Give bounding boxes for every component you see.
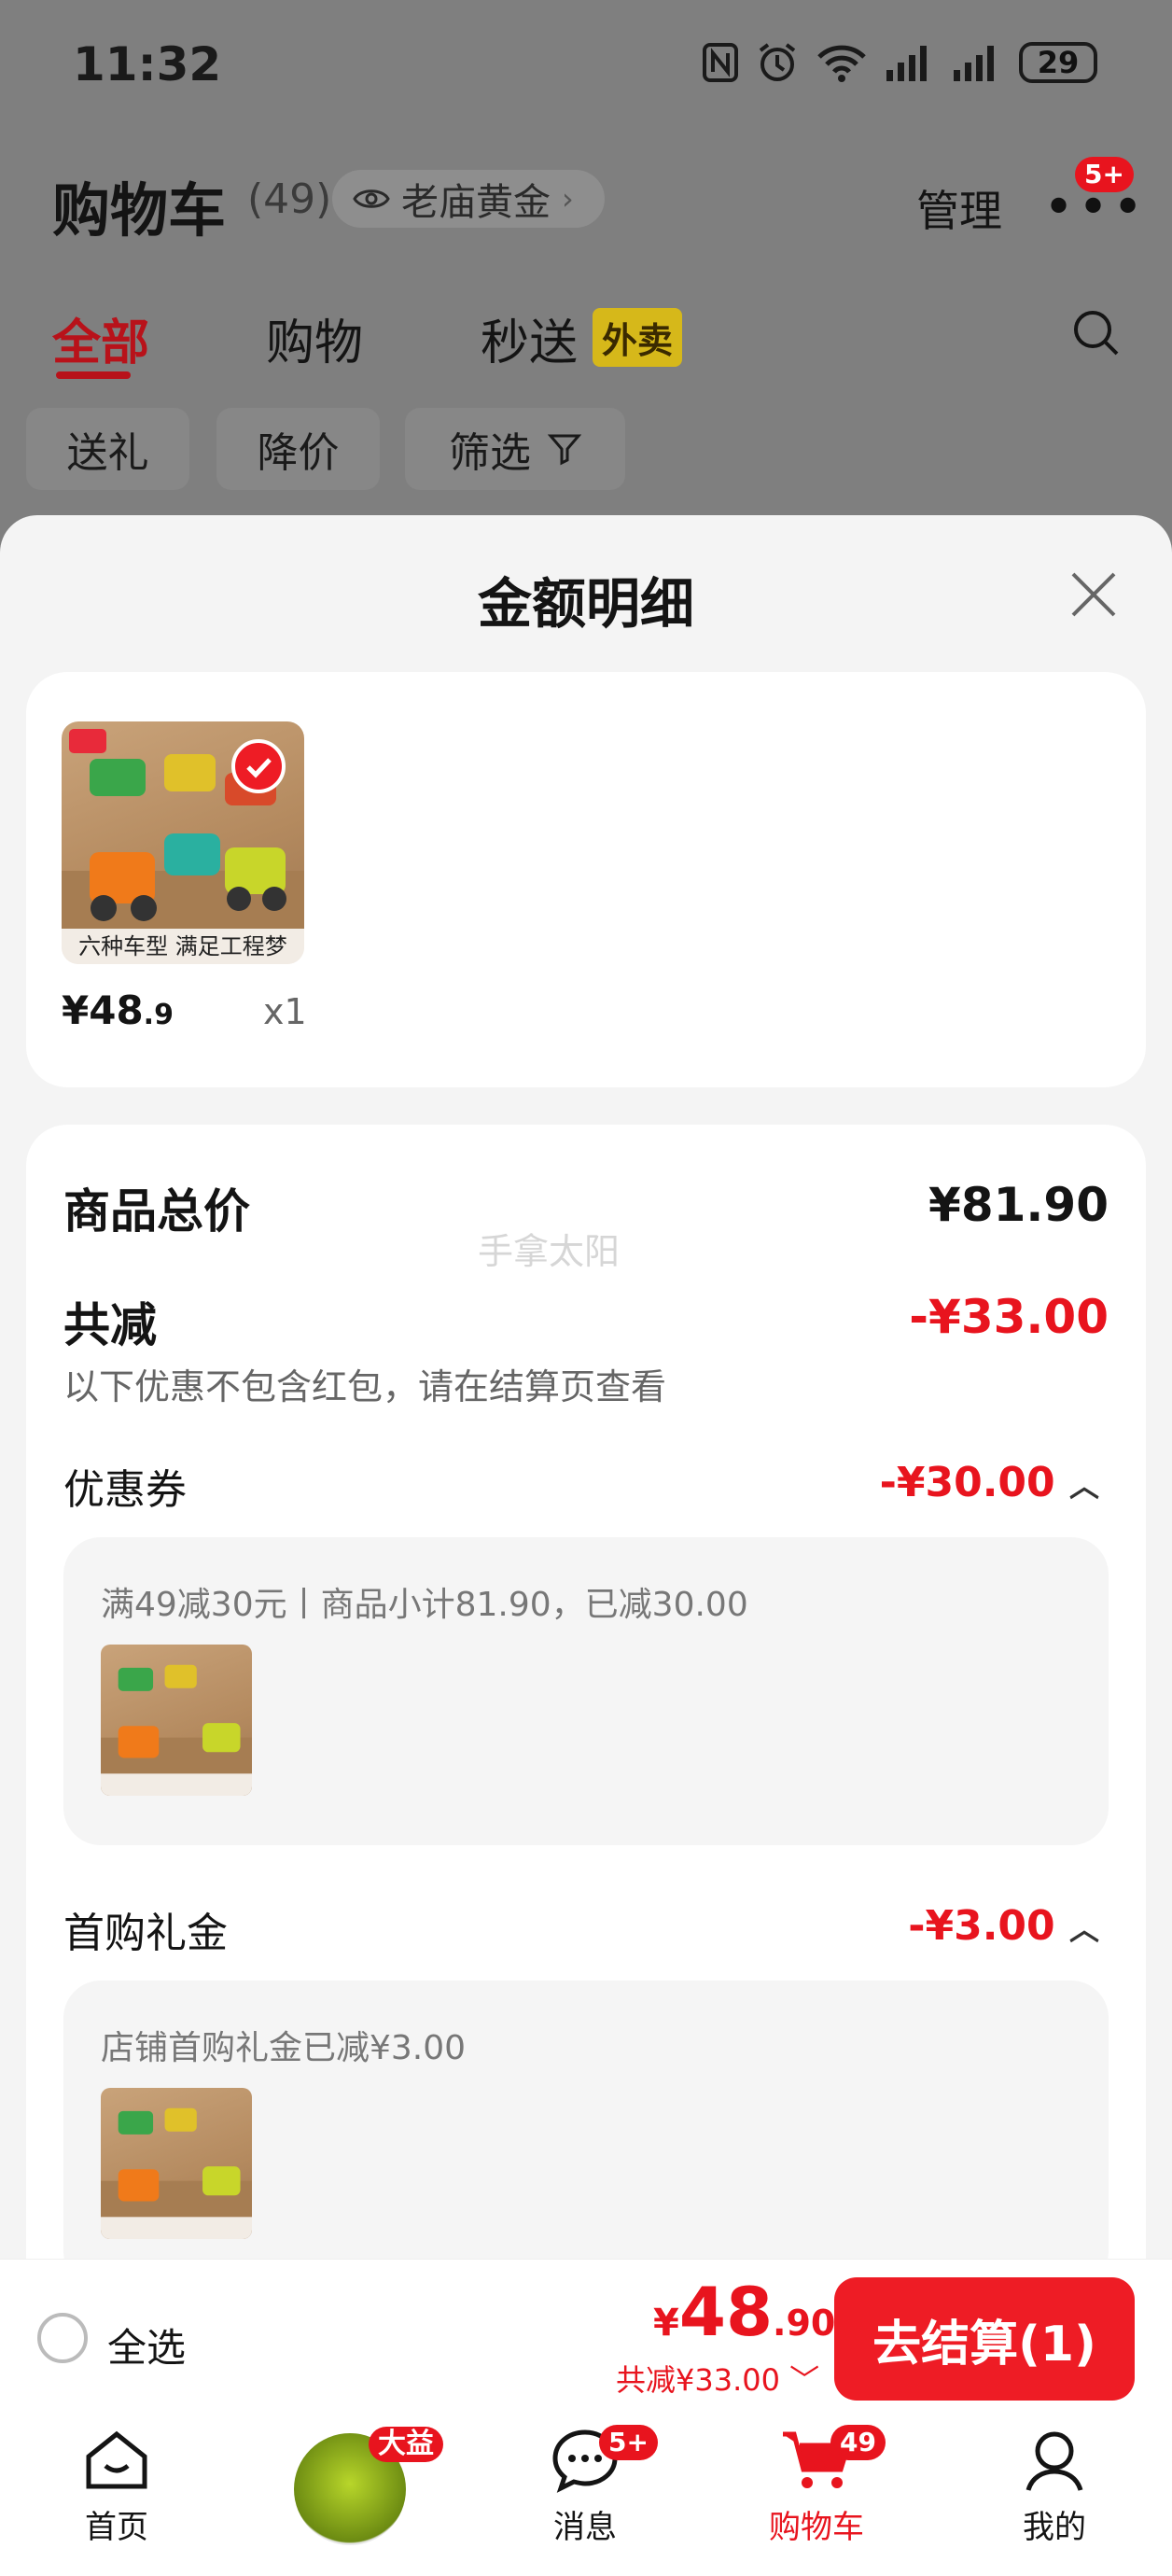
checkout-amount-int: 48 [678, 2273, 774, 2351]
total-reduction-label: 共减 [63, 1298, 157, 1352]
checkout-currency: ¥ [653, 2302, 679, 2345]
status-time: 11:32 [73, 37, 222, 91]
checkout-total: ¥48.90 [653, 2273, 835, 2351]
item-price-dec: .9 [143, 999, 174, 1031]
signal-icon [954, 46, 994, 81]
nav-cart-label: 购物车 [769, 2509, 864, 2546]
checkout-discount-toggle[interactable]: 共减¥33.00 ﹀ [616, 2357, 819, 2400]
tab-shopping[interactable]: 购物 [266, 303, 363, 373]
status-icons: 29 [702, 41, 1097, 84]
messages-badge: 5+ [599, 2425, 658, 2460]
first-purchase-gift-toggle[interactable]: -¥3.00 ︿ [908, 1902, 1099, 1950]
toy-trucks-illustration [101, 1664, 252, 1796]
gift-product-thumbnail [101, 2088, 252, 2239]
first-purchase-gift-label: 首购礼金 [63, 1910, 228, 1957]
checkout-discount: 共减¥33.00 [616, 2362, 780, 2398]
toy-trucks-illustration [101, 2107, 252, 2239]
total-price-label: 商品总价 [63, 1184, 250, 1239]
takeout-tag: 外卖 [593, 308, 683, 367]
checkout-amount-dec: .90 [773, 2303, 836, 2344]
chip-gift[interactable]: 送礼 [26, 408, 189, 490]
chevron-down-icon: ﹀ [789, 2362, 820, 2398]
chip-filter[interactable]: 筛选 [405, 408, 625, 490]
nav-me[interactable]: 我的 [970, 2427, 1138, 2547]
tab-active-underline [56, 371, 131, 379]
signal-icon [886, 46, 927, 81]
wifi-icon [817, 45, 866, 82]
coupon-label: 优惠券 [63, 1466, 187, 1514]
coupon-value-toggle[interactable]: -¥30.00 ︿ [880, 1459, 1099, 1506]
watermark: 手拿太阳 [478, 1231, 621, 1272]
coupon-product-thumbnail [101, 1645, 252, 1796]
cart-badge: 49 [830, 2425, 886, 2460]
chevron-right-icon: › [562, 181, 574, 217]
alarm-icon [759, 43, 796, 81]
manage-button[interactable]: 管理 [916, 177, 1002, 239]
chevron-up-icon: ︿ [1068, 1468, 1099, 1504]
item-selected-check-icon[interactable] [231, 739, 286, 793]
filter-icon [548, 434, 581, 466]
nav-home[interactable]: 首页 [33, 2427, 201, 2547]
address-label: 老庙黄金 [401, 181, 551, 224]
product-image-caption: 六种车型 满足工程梦 [62, 929, 304, 964]
chevron-up-icon: ︿ [1068, 1911, 1099, 1947]
nav-me-label: 我的 [1023, 2509, 1086, 2546]
promo-badge: 大益 [369, 2427, 443, 2462]
page-title: 购物车 [52, 176, 227, 245]
coupon-description: 满49减30元丨商品小计81.90，已减30.00 [101, 1586, 748, 1624]
item-price: ¥48.9 [62, 987, 174, 1033]
checkout-button[interactable]: 去结算(1) [834, 2277, 1135, 2401]
nav-messages-label: 消息 [553, 2509, 617, 2546]
battery-indicator: 29 [1019, 42, 1097, 83]
nfc-icon [703, 43, 738, 82]
tab-fast-delivery[interactable]: 秒送 [481, 303, 578, 373]
tab-all[interactable]: 全部 [52, 303, 149, 373]
coupon-value: -¥30.00 [879, 1459, 1055, 1506]
nav-home-label: 首页 [85, 2509, 148, 2546]
home-icon [86, 2430, 147, 2489]
item-price-int: ¥48 [62, 987, 144, 1033]
user-icon [1026, 2431, 1083, 2491]
status-bar: 11:32 29 [0, 0, 1172, 131]
eye-icon [353, 189, 390, 208]
gift-description: 店铺首购礼金已减¥3.00 [101, 2029, 467, 2067]
item-quantity: x1 [263, 991, 307, 1032]
chip-filter-label: 筛选 [449, 429, 531, 477]
address-selector[interactable]: 老庙黄金 › [332, 170, 605, 228]
cart-count: (49) [247, 175, 332, 223]
reduction-note: 以下优惠不包含红包，请在结算页查看 [63, 1366, 667, 1407]
search-icon[interactable] [1071, 308, 1122, 358]
first-purchase-gift-value: -¥3.00 [908, 1902, 1055, 1950]
select-all-radio[interactable] [37, 2313, 88, 2363]
chip-price-drop[interactable]: 降价 [216, 408, 380, 490]
total-reduction-value: -¥33.00 [909, 1290, 1109, 1344]
sheet-title: 金额明细 [477, 572, 694, 636]
total-price-value: ¥81.90 [928, 1178, 1109, 1232]
close-icon[interactable] [1064, 565, 1123, 624]
select-all-label[interactable]: 全选 [107, 2317, 186, 2373]
more-badge: 5+ [1075, 157, 1134, 192]
